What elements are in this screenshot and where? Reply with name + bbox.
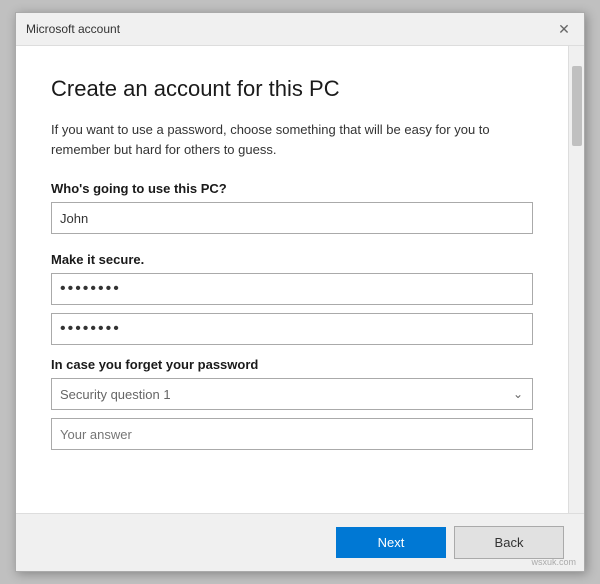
main-content: Create an account for this PC If you wan…	[16, 46, 568, 513]
username-input[interactable]	[51, 202, 533, 234]
content-area: Create an account for this PC If you wan…	[16, 46, 584, 513]
security-question-container: Security question 1 Security question 1 …	[51, 378, 533, 410]
page-description: If you want to use a password, choose so…	[51, 120, 533, 159]
close-button[interactable]: ✕	[554, 19, 574, 39]
close-icon: ✕	[558, 21, 570, 38]
password-section-label: Make it secure.	[51, 252, 533, 267]
back-button[interactable]: Back	[454, 526, 564, 559]
confirm-password-input[interactable]	[51, 313, 533, 345]
window-title: Microsoft account	[26, 22, 120, 36]
title-bar: Microsoft account ✕	[16, 13, 584, 46]
footer: Next Back	[16, 513, 584, 571]
security-section-label: In case you forget your password	[51, 357, 533, 372]
watermark: wsxuk.com	[531, 557, 576, 567]
scrollbar-thumb	[572, 66, 582, 146]
password-input[interactable]	[51, 273, 533, 305]
page-title: Create an account for this PC	[51, 76, 533, 102]
main-window: Microsoft account ✕ Create an account fo…	[15, 12, 585, 572]
security-answer-input[interactable]	[51, 418, 533, 450]
scrollbar[interactable]	[568, 46, 584, 513]
next-button[interactable]: Next	[336, 527, 446, 558]
username-label: Who's going to use this PC?	[51, 181, 533, 196]
security-question-select[interactable]: Security question 1 Security question 1 …	[51, 378, 533, 410]
